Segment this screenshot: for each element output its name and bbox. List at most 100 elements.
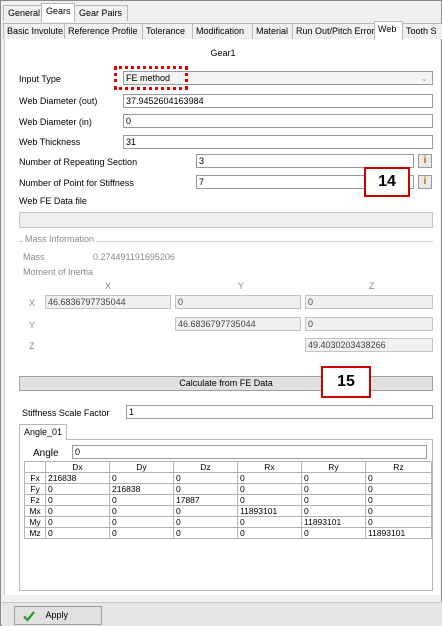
- point-stiffness-label: Number of Point for Stiffness: [19, 178, 134, 188]
- matrix-cell[interactable]: 11893101: [365, 527, 432, 539]
- moi-row-z: Z: [29, 341, 35, 351]
- matrix-row-header: Mz: [24, 527, 46, 539]
- matrix-col-header: Dz: [173, 461, 238, 473]
- tab-tolerance[interactable]: Tolerance: [142, 23, 193, 39]
- tab-web[interactable]: Web: [374, 21, 403, 40]
- moi-zz: 49.4030203438266: [305, 338, 433, 352]
- matrix-corner: [24, 461, 46, 473]
- matrix-cell[interactable]: 0: [173, 472, 238, 484]
- matrix-cell[interactable]: 0: [301, 472, 366, 484]
- matrix-cell[interactable]: 0: [301, 505, 366, 517]
- moi-xz: 0: [305, 295, 433, 309]
- matrix-col-header: Dy: [109, 461, 174, 473]
- matrix-cell[interactable]: 216838: [109, 483, 174, 495]
- stiffness-scale-field[interactable]: 1: [126, 405, 433, 419]
- matrix-cell[interactable]: 0: [365, 494, 432, 506]
- tab-gear-pairs[interactable]: Gear Pairs: [74, 5, 128, 21]
- bottom-bar: Apply: [2, 602, 442, 626]
- matrix-cell[interactable]: 0: [301, 483, 366, 495]
- matrix-cell[interactable]: 0: [237, 472, 302, 484]
- tab-general[interactable]: General: [3, 5, 42, 21]
- matrix-cell[interactable]: 0: [109, 527, 174, 539]
- matrix-cell[interactable]: 0: [173, 483, 238, 495]
- matrix-row-header: My: [24, 516, 46, 528]
- matrix-cell[interactable]: 0: [365, 483, 432, 495]
- angle-field[interactable]: 0: [72, 445, 427, 459]
- matrix-cell[interactable]: 0: [365, 472, 432, 484]
- moi-col-x: X: [105, 281, 112, 291]
- matrix-cell[interactable]: 11893101: [301, 516, 366, 528]
- sub-tab-bar: Basic Involute Reference Profile Toleran…: [3, 21, 442, 40]
- matrix-cell[interactable]: 216838: [45, 472, 110, 484]
- matrix-cell[interactable]: 0: [365, 505, 432, 517]
- matrix-cell[interactable]: 0: [237, 494, 302, 506]
- matrix-cell[interactable]: 0: [109, 472, 174, 484]
- tab-tooth-s[interactable]: Tooth S: [402, 23, 442, 39]
- matrix-cell[interactable]: 0: [109, 516, 174, 528]
- mass-value: 0.274491191695206: [93, 252, 175, 262]
- mass-label: Mass: [23, 252, 45, 262]
- matrix-cell[interactable]: 11893101: [237, 505, 302, 517]
- moi-yz: 0: [305, 317, 433, 331]
- matrix-cell[interactable]: 0: [109, 505, 174, 517]
- matrix-cell[interactable]: 17887: [173, 494, 238, 506]
- table-row: Mx 0 0 0 11893101 0 0: [24, 505, 432, 517]
- web-fe-data-label: Web FE Data file: [19, 196, 87, 206]
- chevron-down-icon: ⌄: [420, 73, 428, 83]
- web-diameter-out-field[interactable]: 37.9452604163984: [123, 94, 433, 108]
- highlight-input-type: [114, 66, 188, 90]
- matrix-cell[interactable]: 0: [237, 483, 302, 495]
- tab-run-out-pitch-error[interactable]: Run Out/Pitch Error: [292, 23, 375, 39]
- tab-basic-involute[interactable]: Basic Involute: [3, 23, 65, 39]
- tab-modification[interactable]: Modification: [192, 23, 253, 39]
- tab-reference-profile[interactable]: Reference Profile: [64, 23, 143, 39]
- callout-14: 14: [364, 167, 410, 197]
- matrix-cell[interactable]: 0: [301, 494, 366, 506]
- tab-angle-01[interactable]: Angle_01: [19, 424, 67, 440]
- tab-material[interactable]: Material: [252, 23, 293, 39]
- moi-yy: 46.6836797735044: [175, 317, 301, 331]
- table-row: Fz 0 0 17887 0 0 0: [24, 494, 432, 506]
- table-row: My 0 0 0 0 11893101 0: [24, 516, 432, 528]
- matrix-cell[interactable]: 0: [365, 516, 432, 528]
- point-stiffness-info-icon[interactable]: i: [418, 175, 432, 189]
- matrix-cell[interactable]: 0: [173, 505, 238, 517]
- apply-button[interactable]: Apply: [14, 606, 102, 625]
- web-fe-data-field[interactable]: [19, 212, 433, 228]
- moi-xx: 46.6836797735044: [45, 295, 171, 309]
- matrix-row-header: Fz: [24, 494, 46, 506]
- web-thickness-label: Web Thickness: [19, 137, 81, 147]
- app-window: General Gears Gear Pairs Basic Involute …: [0, 0, 442, 626]
- table-row: Fx 216838 0 0 0 0 0: [24, 472, 432, 484]
- moi-col-z: Z: [369, 281, 375, 291]
- repeating-section-label: Number of Repeating Section: [19, 157, 138, 167]
- matrix-row-header: Fy: [24, 483, 46, 495]
- matrix-col-header: Dx: [45, 461, 110, 473]
- matrix-row-header: Fx: [24, 472, 46, 484]
- matrix-cell[interactable]: 0: [45, 505, 110, 517]
- moi-col-y: Y: [238, 281, 245, 291]
- matrix-cell[interactable]: 0: [45, 494, 110, 506]
- matrix-cell[interactable]: 0: [45, 516, 110, 528]
- web-diameter-in-field[interactable]: 0: [123, 114, 433, 128]
- matrix-cell[interactable]: 0: [45, 483, 110, 495]
- repeating-section-field[interactable]: 3: [196, 154, 414, 168]
- matrix-cell[interactable]: 0: [237, 516, 302, 528]
- moi-row-y: Y: [29, 320, 36, 330]
- matrix-cell[interactable]: 0: [173, 527, 238, 539]
- repeating-section-info-icon[interactable]: i: [418, 154, 432, 168]
- input-type-label: Input Type: [19, 74, 61, 84]
- tab-gears[interactable]: Gears: [41, 3, 75, 22]
- matrix-col-header: Ry: [301, 461, 366, 473]
- matrix-cell[interactable]: 0: [237, 527, 302, 539]
- table-row: Mz 0 0 0 0 0 11893101: [24, 527, 432, 539]
- matrix-cell[interactable]: 0: [109, 494, 174, 506]
- matrix-cell[interactable]: 0: [173, 516, 238, 528]
- web-panel: Gear1 Input Type FE method ⌄ Web Diamete…: [4, 39, 440, 595]
- angle-label: Angle: [33, 448, 59, 459]
- moi-xy: 0: [175, 295, 301, 309]
- matrix-cell[interactable]: 0: [45, 527, 110, 539]
- web-thickness-field[interactable]: 31: [123, 135, 433, 149]
- matrix-cell[interactable]: 0: [301, 527, 366, 539]
- moi-row-x: X: [29, 298, 36, 308]
